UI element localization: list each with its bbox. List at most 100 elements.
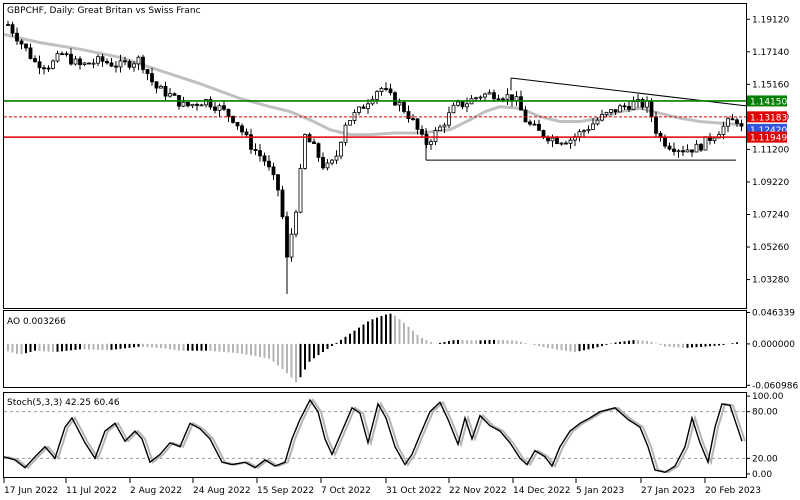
price-tick-label: 1.03280 (752, 276, 789, 286)
candle-body (420, 129, 424, 135)
chart-window: 1.191201.171401.151601.131801.112001.092… (0, 0, 800, 500)
candle-body (510, 94, 514, 102)
candle-body (154, 81, 159, 89)
candle-body (402, 102, 406, 112)
candle-body (235, 122, 240, 127)
time-tick-label: 24 Aug 2022 (193, 486, 251, 496)
candle-body (487, 92, 492, 95)
candle-body (429, 141, 433, 145)
candle-body (199, 104, 204, 107)
level-label-text: 1.14150 (750, 97, 787, 107)
candle-body (19, 40, 24, 45)
candle-body (37, 61, 42, 69)
candle-body (613, 109, 618, 113)
candle-body (582, 130, 586, 133)
price-panel-frame (3, 3, 747, 309)
candle-body (82, 62, 87, 66)
candle-body (186, 101, 190, 107)
candle-body (289, 233, 294, 258)
candle-body (33, 58, 37, 63)
ao-bars-layer (7, 313, 738, 383)
candle-body (276, 174, 280, 191)
candle-body (168, 93, 172, 97)
candle-body (703, 136, 708, 151)
candle-body (24, 43, 28, 49)
candle-body (406, 111, 411, 120)
time-tick-label: 7 Oct 2022 (321, 486, 371, 496)
time-tick-label: 11 Jul 2022 (66, 486, 117, 496)
candle-body (64, 53, 69, 56)
time-tick-label: 15 Sep 2022 (257, 486, 314, 496)
candle-body (649, 100, 654, 118)
candle-body (294, 211, 298, 235)
candle-body (537, 123, 541, 131)
candle-body (330, 159, 334, 164)
stoch-tick-label: 0.00 (752, 470, 772, 480)
candle-body (460, 101, 465, 108)
candle-body (384, 88, 388, 90)
candle-body (244, 131, 249, 136)
candle-body (69, 53, 73, 65)
price-tick-label: 1.11200 (752, 145, 789, 155)
candle-body (159, 85, 163, 89)
candle-body (451, 104, 456, 114)
candle-body (699, 143, 703, 151)
candle-body (505, 94, 510, 100)
candle-body (591, 123, 595, 130)
candle-body (213, 106, 217, 111)
chart-svg[interactable]: 1.191201.171401.151601.131801.112001.092… (0, 0, 800, 500)
level-label-text: 1.11949 (750, 134, 787, 144)
candle-body (96, 56, 100, 64)
candle-body (222, 105, 226, 110)
candle-body (465, 103, 469, 108)
candle-body (528, 121, 532, 125)
level-label-text: 1.13183 (750, 113, 787, 123)
time-axis: 17 Jun 2022 11 Jul 2022 2 Aug 2022 24 Aug 2… (3, 478, 761, 496)
candle-body (721, 125, 726, 135)
candle-body (577, 131, 582, 138)
candle-body (6, 24, 10, 26)
candle-body (303, 134, 307, 169)
candle-body (195, 103, 199, 106)
candle-body (397, 102, 402, 106)
price-tick-label: 1.17140 (752, 48, 789, 58)
candle-body (627, 105, 631, 110)
candle-body (118, 60, 123, 68)
candle-body (334, 155, 339, 161)
candle-body (694, 143, 699, 153)
candle-body (379, 88, 384, 92)
candle-body (681, 150, 685, 153)
time-tick-label: 20 Feb 2023 (705, 486, 761, 496)
candle-body (150, 73, 154, 83)
price-tick-label: 1.19120 (752, 15, 789, 25)
candle-body (739, 123, 744, 127)
candle-body (712, 137, 717, 142)
candle-body (10, 24, 15, 34)
candle-body (141, 56, 145, 70)
candle-body (136, 56, 141, 65)
candle-body (388, 88, 393, 94)
candle-body (622, 105, 627, 108)
candle-body (411, 118, 415, 121)
candle-body (132, 63, 136, 68)
candle-body (78, 58, 82, 66)
time-tick-label: 14 Dec 2022 (513, 486, 571, 496)
level-labels-layer: 1.141501.131831.124201.11949 (747, 95, 787, 144)
candle-body (555, 137, 559, 145)
candle-body (541, 130, 546, 138)
ao-panel-title: AO 0.003266 (7, 317, 66, 327)
candle-body (663, 137, 667, 147)
candle-body (60, 53, 64, 56)
candle-body (532, 123, 537, 126)
candle-body (267, 160, 271, 168)
candle-body (307, 134, 312, 143)
candle-body (735, 119, 739, 124)
candle-body (730, 118, 735, 121)
candle-body (690, 149, 694, 153)
candle-body (595, 119, 600, 125)
stoch-tick-label: 20.00 (752, 454, 778, 464)
candle-body (321, 157, 325, 169)
candle-body (438, 126, 442, 131)
candle-body (285, 216, 289, 258)
candle-body (442, 124, 447, 128)
